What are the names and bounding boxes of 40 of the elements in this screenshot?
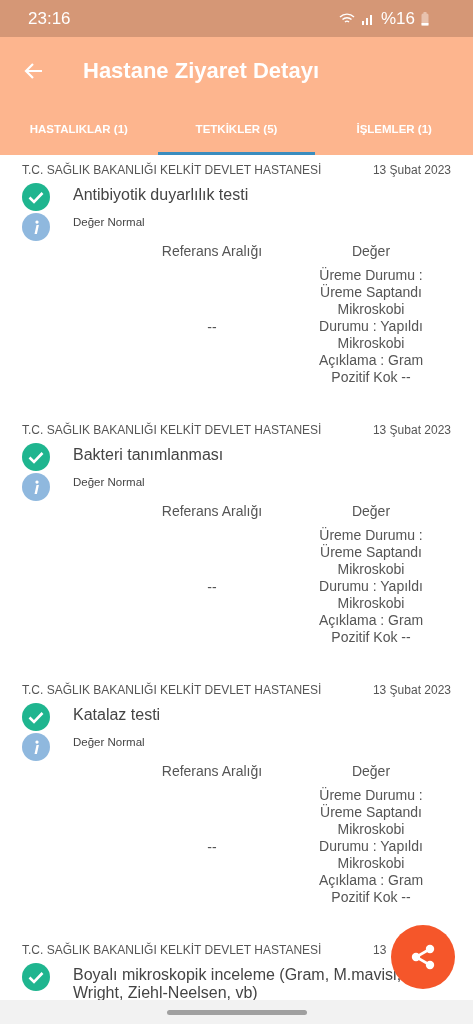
hospital-name: T.C. SAĞLIK BAKANLIĞI KELKİT DEVLET HASTANESİ — [22, 163, 322, 177]
back-arrow-icon[interactable] — [23, 62, 43, 80]
column-header: Değer — [350, 763, 392, 779]
column-header: Referans Aralığı — [160, 503, 264, 519]
result-value: Üreme Durumu : Üreme Saptandı Mikroskobi Durumu : Yapıldı Mikroskobi Açıklama : Gram Pozitif Kok -- — [317, 267, 425, 386]
info-icon — [22, 733, 50, 761]
column-header: Değer — [350, 243, 392, 259]
test-date: 13 — [373, 943, 388, 957]
hospital-name: T.C. SAĞLIK BAKANLIĞI KELKİT DEVLET HASTANESİ — [22, 423, 322, 437]
hospital-name: T.C. SAĞLIK BAKANLIĞI KELKİT DEVLET HASTANESİ — [22, 683, 322, 697]
result-value: Üreme Durumu : Üreme Saptandı Mikroskobi Durumu : Yapıldı Mikroskobi Açıklama : Gram Pozitif Kok -- — [317, 527, 425, 646]
tab[interactable]: HASTALIKLAR (1) — [0, 105, 158, 155]
status-text: Değer Normal — [73, 735, 145, 748]
reference-value: -- — [206, 318, 218, 335]
tab[interactable]: TETKİKLER (5) — [157, 105, 316, 155]
column-header: Değer — [350, 503, 392, 519]
info-icon — [22, 213, 50, 241]
test-name: Antibiyotik duyarlılık testi — [73, 185, 249, 204]
wifi-icon — [338, 12, 355, 25]
test-name: Bakteri tanımlanması — [73, 445, 224, 464]
hospital-name: T.C. SAĞLIK BAKANLIĞI KELKİT DEVLET HASTANESİ — [22, 943, 322, 957]
status-text: Değer Normal — [73, 475, 145, 488]
battery-percent: %16 — [380, 8, 415, 29]
test-date: 13 Şubat 2023 — [372, 683, 451, 697]
reference-value: -- — [206, 578, 218, 595]
test-date: 13 Şubat 2023 — [372, 163, 451, 177]
column-header: Referans Aralığı — [160, 243, 264, 259]
battery-icon — [421, 11, 429, 26]
column-header: Referans Aralığı — [160, 763, 264, 779]
status-time: 23:16 — [28, 8, 71, 29]
tab[interactable]: İŞLEMLER (1) — [315, 105, 473, 155]
test-date: 13 Şubat 2023 — [372, 423, 451, 437]
info-icon — [22, 473, 50, 501]
reference-value: -- — [206, 838, 218, 855]
home-indicator[interactable] — [166, 1009, 307, 1015]
test-name: Katalaz testi — [73, 705, 161, 724]
signal-icon — [360, 12, 375, 25]
result-value: Üreme Durumu : Üreme Saptandı Mikroskobi Durumu : Yapıldı Mikroskobi Açıklama : Gram Pozitif Kok -- — [317, 787, 425, 906]
status-text: Değer Normal — [73, 215, 145, 228]
screen-title: Hastane Ziyaret Detayı — [83, 58, 319, 84]
